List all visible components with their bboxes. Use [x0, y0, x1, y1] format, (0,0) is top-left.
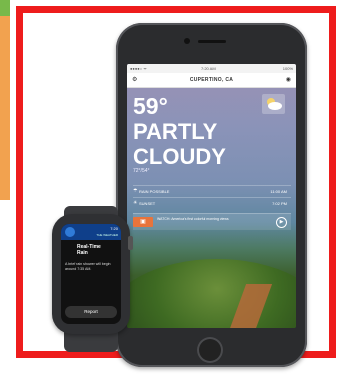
video-alert[interactable]: ▣ WATCH: America's first colorful mornin… [133, 213, 291, 230]
front-camera [184, 38, 190, 44]
sunset-row[interactable]: ☀ SUNSET 7:02 PM [133, 197, 291, 208]
battery-indicator: 100% [282, 66, 293, 71]
watch-time: 7:20 [110, 226, 118, 231]
rain-time: 11:00 AM [270, 189, 287, 194]
iphone-device: ●●●●○ ᯤ 7:20 AM 100% ⚙ CUPERTINO, CA ◉ 5… [116, 23, 307, 367]
phone-screen: ●●●●○ ᯤ 7:20 AM 100% ⚙ CUPERTINO, CA ◉ 5… [127, 64, 296, 328]
sunset-label: SUNSET [139, 201, 156, 206]
watch-screen: 7:20 THE WEATHER Real-Time Rain A brief … [61, 224, 121, 324]
apple-watch-device: 7:20 THE WEATHER Real-Time Rain A brief … [52, 214, 130, 334]
condition-line-1: PARTLY [133, 119, 218, 144]
home-button[interactable] [197, 337, 223, 363]
alert-text: WATCH: America's first colorful morning … [157, 217, 229, 221]
app-navbar: ⚙ CUPERTINO, CA ◉ [127, 73, 296, 88]
status-bar: ●●●●○ ᯤ 7:20 AM 100% [127, 64, 296, 73]
sunset-time: 7:02 PM [272, 201, 287, 206]
status-time: 7:20 AM [201, 66, 216, 71]
watch-title-line-2: Rain [77, 250, 88, 256]
earpiece-speaker [198, 40, 226, 43]
rain-row[interactable]: ☂ RAIN POSSIBLE 11:00 AM [133, 185, 291, 196]
background-strip [0, 0, 10, 200]
signal-indicator: ●●●●○ ᯤ [130, 66, 147, 71]
sunset-icon: ☀ [133, 200, 138, 206]
watch-notification-header: 7:20 THE WEATHER [61, 224, 121, 240]
play-icon[interactable]: ▶ [276, 217, 287, 228]
partly-cloudy-icon [262, 94, 285, 114]
location-pin-icon[interactable]: ◉ [286, 76, 291, 83]
report-button[interactable]: Report [65, 306, 117, 318]
weather-app-icon [65, 227, 75, 237]
digital-crown[interactable] [128, 236, 133, 250]
video-thumbnail-icon: ▣ [133, 217, 153, 227]
condition-line-2: CLOUDY [133, 144, 226, 169]
hi-lo-temperature: 72°/54° [133, 168, 150, 174]
rain-label: RAIN POSSIBLE [139, 189, 170, 194]
current-temperature: 59° [133, 93, 168, 119]
rain-icon: ☂ [133, 188, 138, 194]
landscape-hill-image [127, 259, 296, 328]
watch-notification-body: A brief rain shower will begin around 7:… [65, 262, 111, 271]
location-title[interactable]: CUPERTINO, CA [127, 77, 296, 83]
watch-app-name: THE WEATHER [96, 233, 118, 237]
